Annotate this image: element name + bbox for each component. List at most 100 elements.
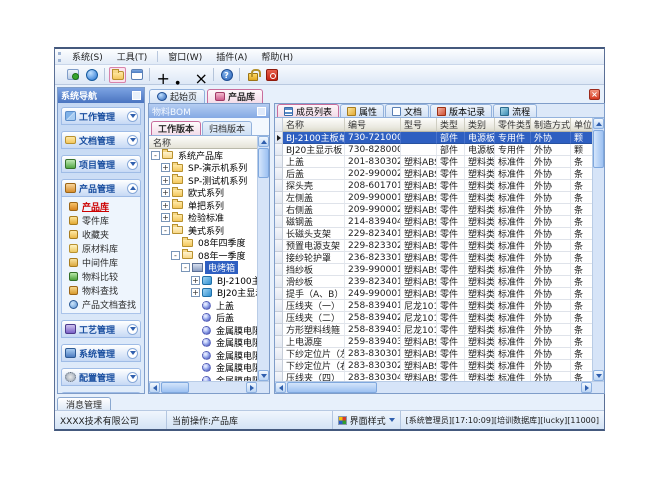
expand-plus-icon[interactable]: +: [191, 288, 200, 297]
sidebar-item-5[interactable]: 中间件库: [62, 255, 140, 269]
tree-node[interactable]: +SP-测试机系列: [149, 174, 257, 187]
sidebar-section-header[interactable]: 配置管理: [61, 368, 141, 386]
table-row[interactable]: 左侧盖209-990001-01X塑料ABS零件塑料类标准件外协条: [275, 192, 592, 204]
menu-item-tools[interactable]: 工具(T): [110, 49, 155, 64]
collapse-minus-icon[interactable]: -: [161, 226, 170, 235]
lock-button[interactable]: [244, 67, 261, 83]
column-header-4[interactable]: 类型: [437, 118, 465, 132]
table-row[interactable]: 长磁头支架229-823401-00X塑料ABS零件塑料类标准件外协条: [275, 228, 592, 240]
document-tab-2[interactable]: 产品库: [207, 89, 263, 103]
expand-plus-icon[interactable]: +: [161, 188, 170, 197]
tree-node[interactable]: 08年四季度: [149, 237, 257, 250]
sidebar-section-header[interactable]: 产品管理: [61, 179, 141, 197]
column-header-2[interactable]: 编号: [345, 118, 401, 132]
sidebar-item-6[interactable]: 物料比较: [62, 269, 140, 283]
scroll-down-icon[interactable]: [593, 370, 604, 381]
table-row[interactable]: 探头壳208-601701-01X塑料ABS零件塑料类标准件外协条: [275, 180, 592, 192]
table-vertical-scrollbar[interactable]: [592, 118, 604, 381]
tree-node[interactable]: +欧式系列: [149, 187, 257, 200]
tree-node[interactable]: 金属膜电阻器: [149, 337, 257, 350]
member-tab-3[interactable]: 文档: [385, 104, 429, 117]
message-manager-tab[interactable]: 消息管理: [57, 397, 111, 410]
column-header-6[interactable]: 零件类型: [495, 118, 531, 132]
exit-button[interactable]: [263, 67, 280, 83]
globe-button[interactable]: [83, 67, 100, 83]
expand-plus-icon[interactable]: +: [191, 276, 200, 285]
sidebar-section-header[interactable]: 文档管理: [61, 131, 141, 149]
doc-close-button[interactable]: [192, 67, 209, 83]
sidebar-item-3[interactable]: 收藏夹: [62, 227, 140, 241]
close-icon[interactable]: ×: [589, 89, 600, 100]
table-row[interactable]: 接纱轮护罩236-823301-00X塑料ABS零件塑料类标准件外协条: [275, 252, 592, 264]
chevron-down-icon[interactable]: [127, 324, 138, 335]
sidebar-item-7[interactable]: 物料查找: [62, 283, 140, 297]
tree-node[interactable]: 金属膜电阻器: [149, 362, 257, 375]
sidebar-section-header[interactable]: 扩展功能: [61, 392, 141, 393]
table-row[interactable]: 右侧盖209-990002-01X塑料ABS零件塑料类标准件外协条: [275, 204, 592, 216]
document-tab-1[interactable]: 起始页: [149, 89, 205, 103]
column-header-8[interactable]: 单位: [571, 118, 592, 132]
ui-style-button[interactable]: 界面样式: [333, 411, 401, 429]
tree-column-header[interactable]: 名称: [149, 136, 257, 149]
table-row[interactable]: 上电源座259-839403-00X塑料ABS零件塑料类标准件外协条: [275, 336, 592, 348]
chevron-down-icon[interactable]: [127, 348, 138, 359]
bom-tab-1[interactable]: 工作版本: [151, 121, 201, 135]
scroll-up-icon[interactable]: [258, 136, 269, 147]
member-tab-2[interactable]: 属性: [340, 104, 384, 117]
column-header-3[interactable]: 型号: [401, 118, 437, 132]
expand-plus-icon[interactable]: +: [161, 163, 170, 172]
table-row[interactable]: 上盖201-830302-00X塑料ABS零件塑料类标准件外协条: [275, 156, 592, 168]
tree-node[interactable]: 金属膜电阻器: [149, 349, 257, 362]
tree-node[interactable]: 金属膜电阻器: [149, 324, 257, 337]
sidebar-section-header[interactable]: 工作管理: [61, 107, 141, 125]
client-button[interactable]: [64, 67, 81, 83]
member-tab-1[interactable]: 成员列表: [277, 104, 339, 117]
scroll-down-icon[interactable]: [258, 370, 269, 381]
tree-node[interactable]: -电烤箱: [149, 262, 257, 275]
column-header-1[interactable]: 名称: [283, 118, 345, 132]
chevron-down-icon[interactable]: [127, 111, 138, 122]
tree-node[interactable]: +BJ-2100主板,单点: [149, 274, 257, 287]
table-row[interactable]: 预置电源支架229-823302-00X塑料ABS零件塑料类标准件外协条: [275, 240, 592, 252]
table-row[interactable]: 压线夹（一）258-839401-00X尼龙1010零件塑料类标准件外协条: [275, 300, 592, 312]
table-row[interactable]: 后盖202-990002-01X塑料ABS零件塑料类标准件外协条: [275, 168, 592, 180]
table-row[interactable]: 挡纱板239-990001-01X塑料ABS零件塑料类标准件外协条: [275, 264, 592, 276]
tree-node[interactable]: +SP-演示机系列: [149, 162, 257, 175]
chevron-down-icon[interactable]: [127, 135, 138, 146]
tree-node[interactable]: -系统产品库: [149, 149, 257, 162]
menu-item-window[interactable]: 窗口(W): [161, 49, 209, 64]
table-row[interactable]: 提手（A、B）249-990001-01X塑料ABS零件塑料类标准件外协条: [275, 288, 592, 300]
bom-tab-2[interactable]: 归档版本: [202, 121, 252, 135]
scroll-right-icon[interactable]: [581, 382, 592, 393]
table-row[interactable]: 磁钢盖214-839404-01X塑料ABS零件塑料类标准件外协条: [275, 216, 592, 228]
sidebar-item-2[interactable]: 零件库: [62, 213, 140, 227]
sidebar-item-8[interactable]: 产品文档查找: [62, 297, 140, 311]
menu-item-system[interactable]: 系统(S): [65, 49, 110, 64]
table-row[interactable]: BJ-2100主板单点730-721000-12X部件电源板专用件外协颗: [275, 132, 592, 144]
table-row[interactable]: 压线夹（二）258-839402-00X尼龙1010零件塑料类标准件外协条: [275, 312, 592, 324]
tree-node[interactable]: -美式系列: [149, 224, 257, 237]
tree-node[interactable]: 后盖: [149, 312, 257, 325]
collapse-minus-icon[interactable]: -: [171, 251, 180, 260]
scroll-left-icon[interactable]: [149, 382, 160, 393]
scroll-right-icon[interactable]: [246, 382, 257, 393]
collapse-minus-icon[interactable]: -: [151, 151, 160, 160]
sidebar-item-1[interactable]: 产品库: [62, 199, 140, 213]
tree-node[interactable]: 上盖: [149, 299, 257, 312]
sidebar-options-button[interactable]: [132, 91, 141, 100]
bom-hscroll-thumb[interactable]: [161, 382, 189, 393]
table-row[interactable]: 滑纱板239-823401-00X塑料ABS零件塑料类标准件外协条: [275, 276, 592, 288]
expand-plus-icon[interactable]: +: [161, 213, 170, 222]
tree-node[interactable]: 金属膜电阻器: [149, 374, 257, 381]
scroll-left-icon[interactable]: [275, 382, 286, 393]
table-row[interactable]: 下纱定位片（右）283-830302-00X塑料ABS零件塑料类标准件外协条: [275, 360, 592, 372]
sidebar-section-header[interactable]: 工艺管理: [61, 320, 141, 338]
expand-plus-icon[interactable]: +: [161, 176, 170, 185]
member-tab-5[interactable]: 流程: [493, 104, 537, 117]
bom-panel-options-button[interactable]: [257, 107, 266, 116]
table-row[interactable]: BJ20主显示板730-828000-04X部件电源板专用件外协颗: [275, 144, 592, 156]
tree-node[interactable]: +单把系列: [149, 199, 257, 212]
doc-new-button[interactable]: [154, 67, 171, 83]
column-header-7[interactable]: 制造方式: [531, 118, 571, 132]
sidebar-section-header[interactable]: 系统管理: [61, 344, 141, 362]
